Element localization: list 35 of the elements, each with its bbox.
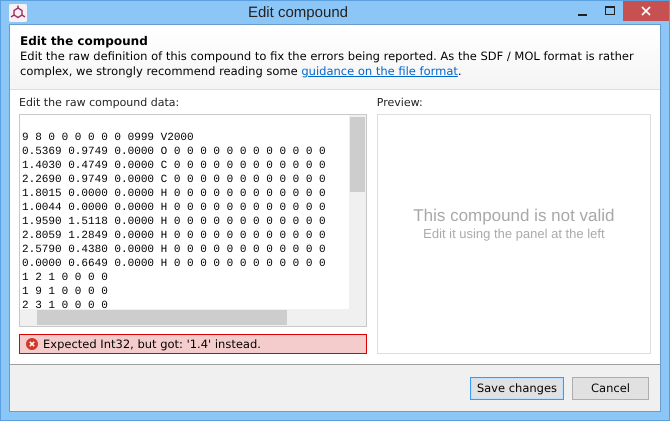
scrollbar-thumb[interactable] — [350, 117, 365, 192]
save-button[interactable]: Save changes — [470, 376, 564, 400]
code-line: 0.5369 0.9749 0.0000 O 0 0 0 0 0 0 0 0 0 0 0 0 — [22, 145, 327, 159]
editor-label: Edit the raw compound data: — [19, 96, 180, 109]
header-title: Edit the compound — [20, 34, 149, 48]
code-line: 2.5790 0.4380 0.0000 H 0 0 0 0 0 0 0 0 0 0 0 0 — [22, 243, 327, 257]
preview-subtitle: Edit it using the panel at the left — [423, 226, 605, 240]
header-description: Edit the raw definition of this compound to fix the errors being reported. As the SDF / MOL format is rather complex, we strongly recommend reading some guidance on the file format. — [20, 49, 635, 79]
code-line: 2.8059 1.2849 0.0000 H 0 0 0 0 0 0 0 0 0 0 0 0 — [22, 229, 327, 243]
preview-title: This compound is not valid — [413, 206, 615, 226]
code-line: 1.9590 1.5118 0.0000 H 0 0 0 0 0 0 0 0 0 0 0 0 — [22, 215, 327, 229]
window-title: Edit compound — [246, 4, 350, 21]
code-line: 1 2 1 0 0 0 0 — [22, 271, 109, 285]
code-editor[interactable] — [19, 114, 367, 327]
minimize-icon — [578, 14, 587, 16]
scrollbar-thumb[interactable] — [37, 310, 287, 325]
preview-label: Preview: — [376, 96, 424, 109]
code-line: 1 9 1 0 0 0 0 — [22, 285, 109, 299]
horizontal-scrollbar[interactable] — [20, 309, 349, 326]
code-line: 0.0000 0.6649 0.0000 H 0 0 0 0 0 0 0 0 0 0 0 0 — [22, 257, 327, 271]
close-icon — [641, 6, 651, 16]
error-text: Expected Int32, but got: '1.4' instead. — [43, 337, 261, 351]
code-line: 2.2690 0.9749 0.0000 C 0 0 0 0 0 0 0 0 0 0 0 0 — [22, 173, 327, 187]
app-icon — [9, 4, 27, 22]
code-line: 9 8 0 0 0 0 0 0 0999 V2000 — [22, 131, 195, 145]
close-button[interactable] — [623, 1, 669, 21]
code-line: 2 3 1 0 0 0 0 — [22, 299, 109, 309]
code-line: 1.4030 0.4749 0.0000 C 0 0 0 0 0 0 0 0 0 0 0 0 — [22, 159, 327, 173]
guidance-link[interactable]: guidance on the file format — [301, 64, 458, 78]
code-line: 1.0044 0.0000 0.0000 H 0 0 0 0 0 0 0 0 0 0 0 0 — [22, 201, 327, 215]
error-icon — [26, 338, 38, 350]
code-line: 1.8015 0.0000 0.0000 H 0 0 0 0 0 0 0 0 0 0 0 0 — [22, 187, 327, 201]
vertical-scrollbar[interactable] — [348, 115, 366, 309]
maximize-icon — [604, 6, 614, 16]
cancel-button[interactable]: Cancel — [572, 376, 649, 400]
